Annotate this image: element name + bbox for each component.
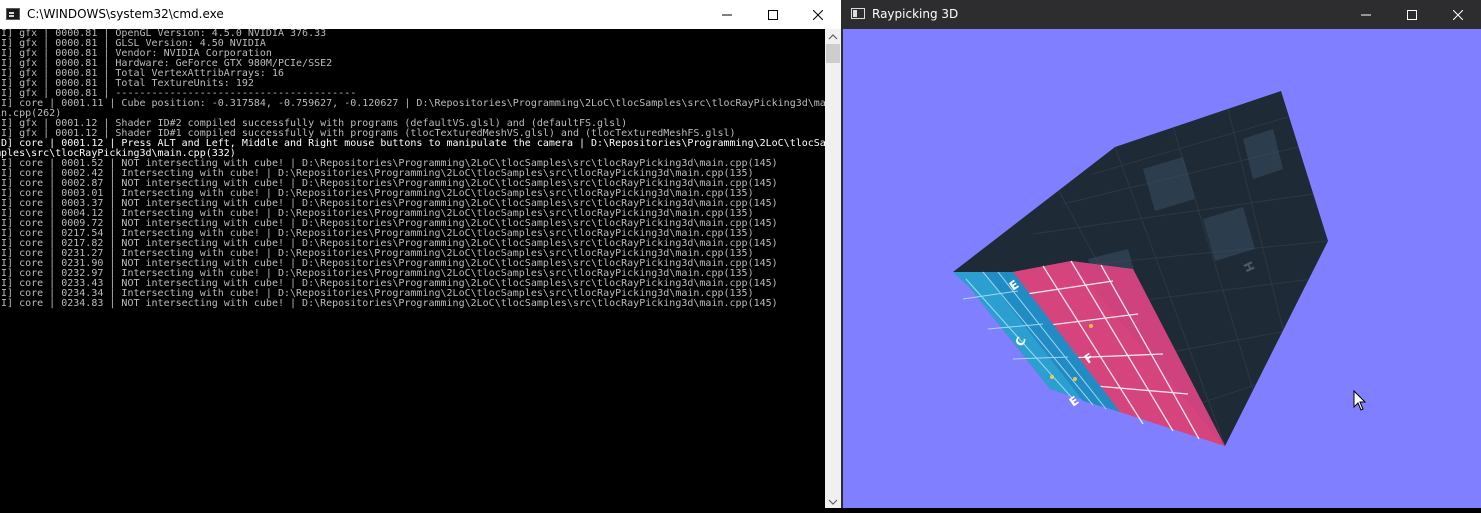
scroll-up-button[interactable] — [825, 29, 841, 43]
close-button[interactable] — [795, 0, 841, 29]
console-output[interactable]: [I] gfx | 0000.81 | OpenGL Version: 4.5.… — [0, 29, 825, 508]
maximize-button[interactable] — [1389, 0, 1435, 29]
minimize-button[interactable] — [704, 0, 750, 29]
raypicking-window-title: Raypicking 3D — [872, 7, 959, 21]
3d-viewport[interactable]: H E C F E — [843, 29, 1481, 508]
close-icon — [813, 9, 823, 20]
cmd-window-title: C:\WINDOWS\system32\cmd.exe — [27, 7, 224, 21]
arrow-cursor-icon — [1353, 389, 1367, 411]
cmd-window: C:\WINDOWS\system32\cmd.exe [I] gfx | 00… — [0, 0, 841, 508]
cmd-titlebar[interactable]: C:\WINDOWS\system32\cmd.exe — [0, 0, 841, 29]
window-app-icon[interactable] — [851, 8, 865, 19]
minimize-icon — [1361, 14, 1371, 15]
maximize-icon — [1407, 9, 1417, 20]
chevron-down-icon — [828, 499, 838, 505]
cmd-app-icon[interactable] — [6, 8, 20, 20]
close-button[interactable] — [1435, 0, 1481, 29]
raypicking-window: Raypicking 3D H E C F E — [841, 0, 1481, 508]
minimize-icon — [722, 14, 732, 15]
scroll-thumb[interactable] — [826, 44, 840, 63]
console-line: [I] core | 0001.11 | Cube position: -0.3… — [0, 98, 825, 109]
minimize-button[interactable] — [1343, 0, 1389, 29]
vertical-scrollbar[interactable] — [825, 29, 841, 508]
maximize-button[interactable] — [750, 0, 796, 29]
3d-scene[interactable]: H E C F E — [843, 29, 1481, 508]
maximize-icon — [768, 9, 778, 20]
console-line: [I] core | 0234.83 | NOT intersecting wi… — [0, 298, 778, 309]
raypicking-titlebar[interactable]: Raypicking 3D — [843, 0, 1481, 29]
console-lines: [I] gfx | 0000.81 | OpenGL Version: 4.5.… — [0, 29, 825, 309]
close-icon — [1453, 9, 1463, 20]
chevron-up-icon — [828, 34, 838, 40]
scroll-down-button[interactable] — [825, 494, 841, 508]
